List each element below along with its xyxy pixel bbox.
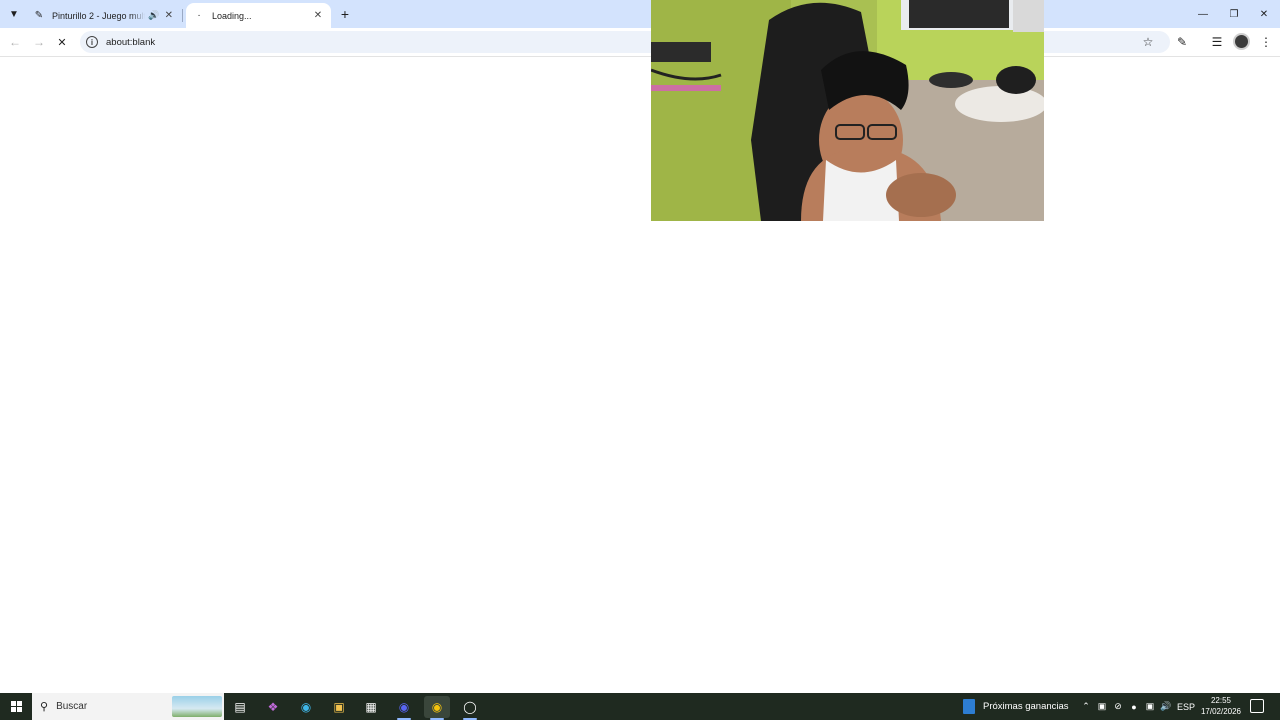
close-tab-icon[interactable]: ✕ <box>164 9 174 23</box>
windows-logo-icon <box>10 701 22 712</box>
widget-news[interactable]: Próximas ganancias <box>963 693 1069 720</box>
close-tab-icon[interactable]: ✕ <box>311 9 325 23</box>
media-controls-icon[interactable]: ☰ <box>1208 33 1226 51</box>
webcam-image <box>651 0 1044 221</box>
bookmark-star-icon[interactable]: ☆ <box>1139 33 1157 51</box>
edge-icon[interactable]: ◉ <box>293 696 319 718</box>
clock-date: 17/02/2026 <box>1200 707 1242 716</box>
site-info-icon[interactable]: i <box>86 36 98 48</box>
minimize-button[interactable]: — <box>1188 0 1218 28</box>
tab-strip: ▼ ✎ Pinturillo 2 - Juego multijugador 🔊 … <box>0 0 1280 28</box>
discord-icon[interactable]: ◉ <box>391 696 417 720</box>
chrome-icon[interactable]: ◉ <box>424 696 450 720</box>
address-url: about:blank <box>106 36 156 48</box>
widget-news-label: Próximas ganancias <box>983 701 1069 712</box>
task-view-icon[interactable]: ▤ <box>227 696 253 718</box>
camera-off-icon[interactable]: ⊘ <box>1111 693 1125 720</box>
microsoft-store-icon[interactable]: ▦ <box>358 696 384 718</box>
new-tab-button[interactable]: + <box>336 5 354 23</box>
meet-icon[interactable]: ▣ <box>1095 693 1109 720</box>
close-window-button[interactable]: ✕ <box>1249 0 1279 28</box>
stop-loading-button[interactable]: ✕ <box>53 33 71 51</box>
speaker-icon[interactable]: 🔊 <box>148 10 159 21</box>
menu-kebab-icon[interactable]: ⋮ <box>1257 33 1275 51</box>
taskbar-search[interactable]: ⚲ Buscar <box>32 693 224 720</box>
back-button[interactable]: ← <box>6 33 24 51</box>
copilot-icon[interactable]: ❖ <box>260 696 286 718</box>
browser-toolbar: ← → ✕ i about:blank ☆ ✎ ☰ ⋮ <box>0 28 1280 57</box>
webcam-overlay <box>651 0 1044 221</box>
tab-pinturillo[interactable]: ✎ Pinturillo 2 - Juego multijugador 🔊 ✕ <box>26 3 183 28</box>
tab-search-dropdown-icon[interactable]: ▼ <box>4 4 24 24</box>
taskbar: ⚲ Buscar ▤ ❖ ◉ ▣ ▦ ◉ ◉ ◯ Próximas gananc… <box>0 693 1280 720</box>
tab-loading[interactable]: · Loading... ✕ <box>186 3 331 28</box>
file-explorer-icon[interactable]: ▣ <box>326 696 352 718</box>
restore-button[interactable]: ❐ <box>1219 0 1249 28</box>
tab-title: Pinturillo 2 - Juego multijugador <box>52 10 145 21</box>
volume-icon[interactable]: 🔊 <box>1159 693 1173 720</box>
notifications-icon[interactable] <box>1250 699 1264 713</box>
clock[interactable]: 22:55 17/02/2026 <box>1200 695 1242 717</box>
taskbar-search-placeholder: Buscar <box>56 701 88 712</box>
pencil-icon: ✎ <box>34 10 44 21</box>
extensions-icon[interactable]: ✎ <box>1173 33 1191 51</box>
start-button[interactable] <box>0 693 32 720</box>
forward-button[interactable]: → <box>30 33 48 51</box>
language-indicator[interactable]: ESP <box>1176 693 1196 720</box>
search-icon: ⚲ <box>40 701 49 713</box>
network-icon[interactable]: ▣ <box>1143 693 1157 720</box>
profile-avatar[interactable] <box>1233 33 1250 50</box>
document-icon <box>963 699 975 714</box>
clock-time: 22:55 <box>1210 696 1232 705</box>
obs-icon[interactable]: ◯ <box>457 696 483 720</box>
microphone-icon[interactable]: ● <box>1127 693 1141 720</box>
search-highlight-art <box>172 696 222 717</box>
tab-title: Loading... <box>212 10 252 21</box>
spinner-icon: · <box>197 10 201 21</box>
tray-chevron-up-icon[interactable]: ⌃ <box>1079 693 1093 720</box>
